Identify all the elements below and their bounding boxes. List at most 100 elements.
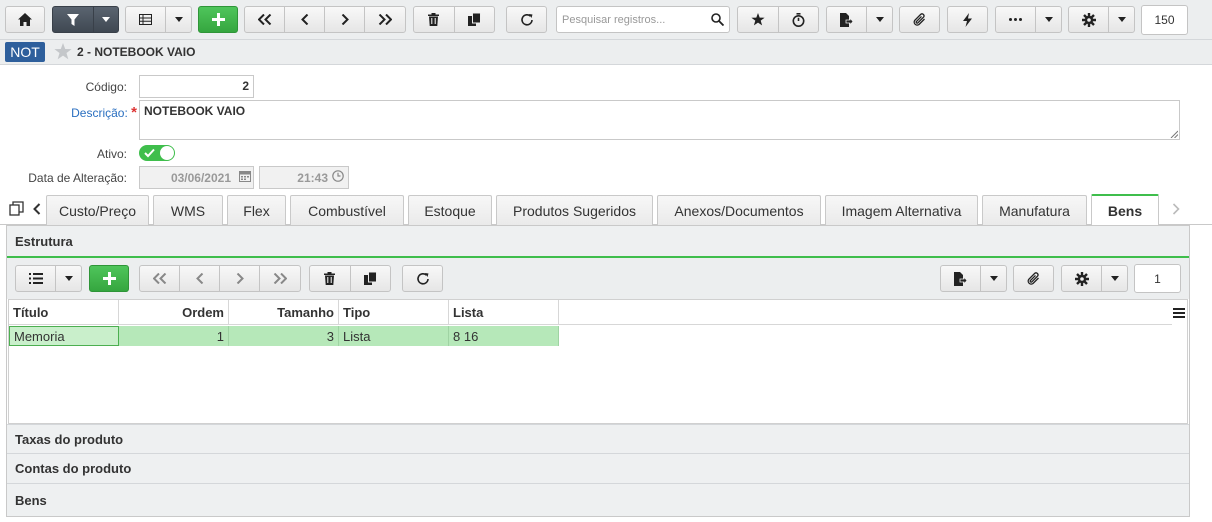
copy-tabs-icon[interactable] (9, 201, 24, 216)
chevron-down-icon (1110, 276, 1119, 281)
tab-bens[interactable]: Bens (1091, 194, 1159, 225)
tab-produtos-sugeridos[interactable]: Produtos Sugeridos (496, 195, 653, 225)
column-header-tamanho[interactable]: Tamanho (229, 300, 339, 325)
item-count: 1 (1134, 264, 1181, 293)
tab-custo-preco[interactable]: Custo/Preço (46, 195, 149, 225)
navigation-group (244, 6, 406, 33)
more-options-button[interactable] (996, 7, 1037, 32)
settings-dropdown-button[interactable] (1109, 7, 1134, 32)
bens-panel: Estrutura 1 Título Ordem Tamanho Tipo Li… (6, 225, 1190, 517)
record-count: 150 (1141, 5, 1188, 35)
copy-icon (363, 272, 377, 285)
cell-lista[interactable]: 8 16 (449, 326, 559, 346)
chevron-right-icon[interactable] (1172, 203, 1180, 215)
section-title: Taxas do produto (15, 431, 124, 447)
lightning-icon (963, 12, 972, 27)
copy-button[interactable] (455, 7, 495, 32)
first-item-button[interactable] (140, 266, 180, 291)
refresh-items-button[interactable] (402, 265, 443, 292)
column-header-titulo[interactable]: Título (9, 300, 119, 325)
report-dropdown-button[interactable] (981, 266, 1006, 291)
clock-icon[interactable] (332, 170, 344, 182)
next-record-button[interactable] (325, 7, 365, 32)
cell-titulo[interactable]: Memoria (9, 326, 119, 346)
actions-button[interactable] (947, 6, 988, 33)
required-mark: * (131, 104, 137, 121)
refresh-button[interactable] (506, 6, 547, 33)
chevron-left-icon (300, 14, 308, 25)
calendar-icon[interactable] (239, 170, 251, 182)
list-icon (28, 273, 43, 284)
delete-button[interactable] (414, 7, 455, 32)
chevron-down-icon (1117, 17, 1126, 22)
attachments-button[interactable] (899, 6, 940, 33)
refresh-icon (416, 272, 429, 285)
contas-section-header[interactable]: Contas do produto (7, 454, 1189, 484)
tab-label: Custo/Preço (58, 202, 137, 219)
copy-item-button[interactable] (351, 266, 391, 291)
tab-manufatura[interactable]: Manufatura (982, 195, 1087, 225)
report-button[interactable] (827, 7, 868, 32)
list-view-dropdown-button[interactable] (166, 7, 191, 32)
star-icon[interactable] (54, 43, 72, 60)
previous-item-button[interactable] (180, 266, 220, 291)
tab-combustivel[interactable]: Combustível (290, 195, 404, 225)
add-item-button[interactable] (89, 265, 129, 292)
resize-handle-icon[interactable] (1170, 130, 1178, 138)
trash-icon (324, 272, 336, 285)
stopwatch-icon (792, 12, 805, 27)
tab-wms[interactable]: WMS (153, 195, 223, 225)
codigo-field[interactable]: 2 (139, 75, 254, 98)
previous-record-button[interactable] (285, 7, 325, 32)
descricao-field[interactable]: NOTEBOOK VAIO (139, 100, 1180, 140)
last-record-button[interactable] (365, 7, 405, 32)
tab-anexos-documentos[interactable]: Anexos/Documentos (657, 195, 821, 225)
attachments-button[interactable] (1013, 265, 1054, 292)
home-button[interactable] (5, 6, 45, 33)
cell-tamanho[interactable]: 3 (229, 326, 339, 346)
column-header-tipo[interactable]: Tipo (339, 300, 449, 325)
tab-imagem-alternativa[interactable]: Imagem Alternativa (825, 195, 978, 225)
estrutura-section-header[interactable]: Estrutura (7, 226, 1189, 258)
list-view-dropdown-button[interactable] (56, 266, 81, 291)
favorite-button[interactable] (738, 7, 779, 32)
tab-label: Anexos/Documentos (674, 202, 804, 219)
column-header-lista[interactable]: Lista (449, 300, 559, 325)
tab-estoque[interactable]: Estoque (408, 195, 492, 225)
first-record-button[interactable] (245, 7, 285, 32)
list-view-button[interactable] (16, 266, 57, 291)
grid-list-icon (139, 14, 153, 25)
more-options-dropdown-button[interactable] (1036, 7, 1061, 32)
bens-section-header[interactable]: Bens (7, 484, 1189, 516)
settings-group (1061, 265, 1128, 292)
copy-icon (467, 13, 481, 26)
last-item-button[interactable] (260, 266, 300, 291)
column-header-filler (559, 300, 1172, 325)
settings-button[interactable] (1062, 266, 1103, 291)
column-menu-icon[interactable] (1173, 308, 1185, 318)
report-button[interactable] (941, 266, 982, 291)
tab-flex[interactable]: Flex (227, 195, 286, 225)
search-input[interactable]: Pesquisar registros... (556, 6, 730, 33)
next-item-button[interactable] (220, 266, 260, 291)
cell-tipo[interactable]: Lista (339, 326, 449, 346)
filter-button[interactable] (53, 7, 95, 32)
record-title-bar: NOT 2 - NOTEBOOK VAIO (0, 40, 1212, 65)
add-record-button[interactable] (198, 6, 238, 33)
double-chevron-right-icon (273, 273, 287, 284)
filter-dropdown-button[interactable] (94, 7, 118, 32)
delete-item-button[interactable] (310, 266, 351, 291)
chevron-left-icon[interactable] (33, 203, 41, 215)
timer-button[interactable] (779, 7, 819, 32)
report-dropdown-button[interactable] (867, 7, 892, 32)
ativo-toggle[interactable] (139, 145, 175, 161)
paperclip-icon (913, 12, 925, 26)
settings-dropdown-button[interactable] (1102, 266, 1127, 291)
document-export-icon (954, 271, 968, 286)
list-view-button[interactable] (126, 7, 167, 32)
settings-button[interactable] (1069, 7, 1110, 32)
cell-ordem[interactable]: 1 (119, 326, 229, 346)
tab-label: Combustível (308, 202, 386, 219)
column-header-ordem[interactable]: Ordem (119, 300, 229, 325)
taxas-section-header[interactable]: Taxas do produto (7, 424, 1189, 454)
